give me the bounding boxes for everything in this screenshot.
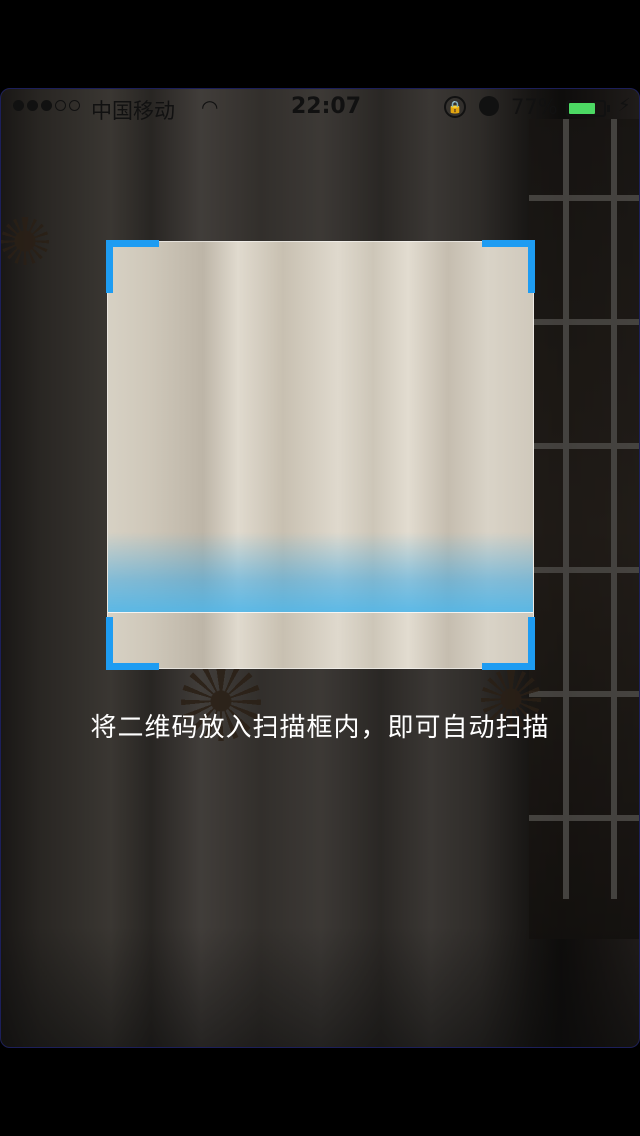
alarm-icon bbox=[479, 96, 499, 116]
scan-line bbox=[108, 532, 533, 613]
orientation-lock-icon: 🔒 bbox=[444, 96, 466, 118]
scan-corner-bottom-right bbox=[482, 617, 535, 670]
scanner-screen: 中国移动 ◠ 22:07 🔒 77% ⚡ 将二维码放入扫描框内，即可自动扫描 bbox=[0, 88, 640, 1048]
charging-bolt-icon: ⚡ bbox=[618, 95, 631, 116]
wifi-icon: ◠ bbox=[201, 95, 219, 119]
scan-corner-top-right bbox=[482, 240, 535, 293]
carrier-name: 中国移动 bbox=[91, 99, 175, 123]
scan-corner-bottom-left bbox=[106, 617, 159, 670]
battery-level bbox=[569, 103, 596, 114]
scan-corner-top-left bbox=[106, 240, 159, 293]
battery-cap bbox=[607, 105, 610, 112]
status-time: 22:07 bbox=[291, 94, 362, 119]
signal-strength-icon bbox=[13, 100, 80, 111]
battery-icon bbox=[566, 100, 606, 117]
scan-hint: 将二维码放入扫描框内，即可自动扫描 bbox=[90, 713, 550, 743]
scan-frame bbox=[106, 240, 535, 670]
battery-percent: 77% bbox=[511, 95, 558, 119]
status-bar: 中国移动 ◠ 22:07 🔒 77% ⚡ bbox=[1, 89, 639, 129]
